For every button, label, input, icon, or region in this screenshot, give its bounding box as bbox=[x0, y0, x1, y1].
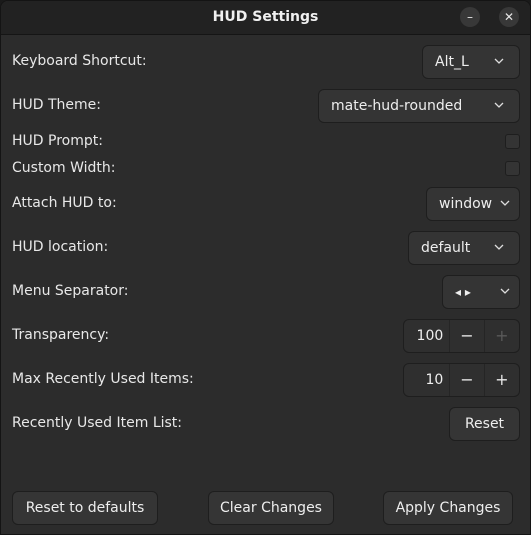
minus-icon: − bbox=[460, 326, 474, 345]
max-recent-items-spinbutton: 10 − + bbox=[403, 363, 520, 397]
chevron-down-icon bbox=[500, 200, 510, 206]
reset-to-defaults-button[interactable]: Reset to defaults bbox=[12, 491, 158, 525]
chevron-down-icon bbox=[494, 244, 504, 250]
max-recent-items-decrement-button[interactable]: − bbox=[450, 364, 485, 396]
clear-changes-button[interactable]: Clear Changes bbox=[208, 491, 334, 525]
attach-hud-dropdown[interactable]: window bbox=[426, 187, 520, 221]
plus-icon: + bbox=[495, 370, 509, 389]
close-button[interactable]: ✕ bbox=[499, 7, 519, 27]
custom-width-label: Custom Width: bbox=[12, 160, 116, 176]
max-recent-items-label: Max Recently Used Items: bbox=[12, 371, 194, 387]
menu-separator-value: ◂ ▸ bbox=[455, 285, 471, 299]
custom-width-checkbox[interactable] bbox=[505, 161, 520, 176]
apply-changes-button[interactable]: Apply Changes bbox=[383, 491, 513, 525]
attach-hud-value: window bbox=[439, 196, 493, 212]
transparency-decrement-button[interactable]: − bbox=[450, 320, 485, 352]
minimize-icon: – bbox=[467, 10, 473, 24]
chevron-down-icon bbox=[500, 288, 510, 294]
hud-theme-value: mate-hud-rounded bbox=[331, 98, 463, 114]
hud-location-value: default bbox=[421, 240, 471, 256]
chevron-down-icon bbox=[494, 102, 504, 108]
hud-theme-label: HUD Theme: bbox=[12, 97, 102, 113]
minus-icon: − bbox=[460, 370, 474, 389]
hud-prompt-label: HUD Prompt: bbox=[12, 133, 103, 149]
transparency-value[interactable]: 100 bbox=[404, 320, 451, 352]
transparency-spinbutton: 100 − + bbox=[403, 319, 520, 353]
window-title: HUD Settings bbox=[212, 9, 319, 25]
keyboard-shortcut-value: Alt_L bbox=[435, 54, 469, 70]
attach-hud-label: Attach HUD to: bbox=[12, 195, 117, 211]
hud-location-dropdown[interactable]: default bbox=[408, 231, 520, 265]
hud-location-label: HUD location: bbox=[12, 239, 109, 255]
keyboard-shortcut-dropdown[interactable]: Alt_L bbox=[422, 45, 520, 79]
chevron-down-icon bbox=[494, 58, 504, 64]
plus-icon: + bbox=[495, 326, 509, 345]
transparency-label: Transparency: bbox=[12, 327, 110, 343]
hud-settings-window: HUD Settings – ✕ Keyboard Shortcut: Alt_… bbox=[0, 0, 531, 535]
keyboard-shortcut-label: Keyboard Shortcut: bbox=[12, 53, 147, 69]
title-bar: HUD Settings – ✕ bbox=[1, 1, 530, 35]
max-recent-items-increment-button[interactable]: + bbox=[485, 364, 519, 396]
menu-separator-dropdown[interactable]: ◂ ▸ bbox=[442, 275, 520, 309]
hud-theme-dropdown[interactable]: mate-hud-rounded bbox=[318, 89, 520, 123]
hud-prompt-checkbox[interactable] bbox=[505, 134, 520, 149]
recent-item-list-label: Recently Used Item List: bbox=[12, 415, 183, 431]
transparency-increment-button[interactable]: + bbox=[485, 320, 519, 352]
minimize-button[interactable]: – bbox=[460, 7, 480, 27]
menu-separator-label: Menu Separator: bbox=[12, 283, 129, 299]
reset-recent-items-button[interactable]: Reset bbox=[449, 407, 520, 441]
close-icon: ✕ bbox=[503, 10, 515, 24]
max-recent-items-value[interactable]: 10 bbox=[404, 364, 451, 396]
